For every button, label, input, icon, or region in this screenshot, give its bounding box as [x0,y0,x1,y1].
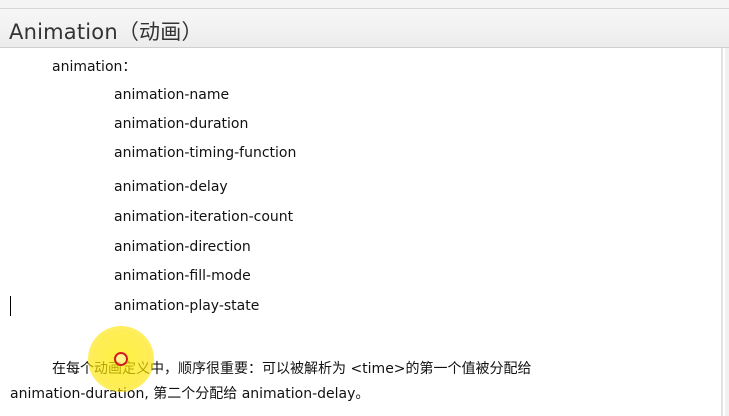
property-item: animation-direction [114,239,251,255]
property-item: animation-delay [114,179,228,195]
window-right-edge [725,48,729,416]
content-right-border [721,48,723,416]
slide-window: Animation（动画） animation： animation-name … [0,0,729,416]
property-item: animation-iteration-count [114,209,294,225]
page-title: Animation（动画） [9,20,203,44]
property-item: animation-play-state [114,298,260,314]
property-item: animation-fill-mode [114,268,251,284]
mouse-pointer-icon [114,352,128,366]
top-strip [0,0,729,8]
property-item: animation-name [114,87,230,103]
text-cursor [10,296,11,316]
title-bar: Animation（动画） [0,8,729,48]
paragraph-line-2: animation-duration, 第二个分配给 animation-del… [10,386,370,402]
property-heading: animation： [52,59,137,75]
property-item: animation-duration [114,116,249,132]
property-item: animation-timing-function [114,145,297,161]
